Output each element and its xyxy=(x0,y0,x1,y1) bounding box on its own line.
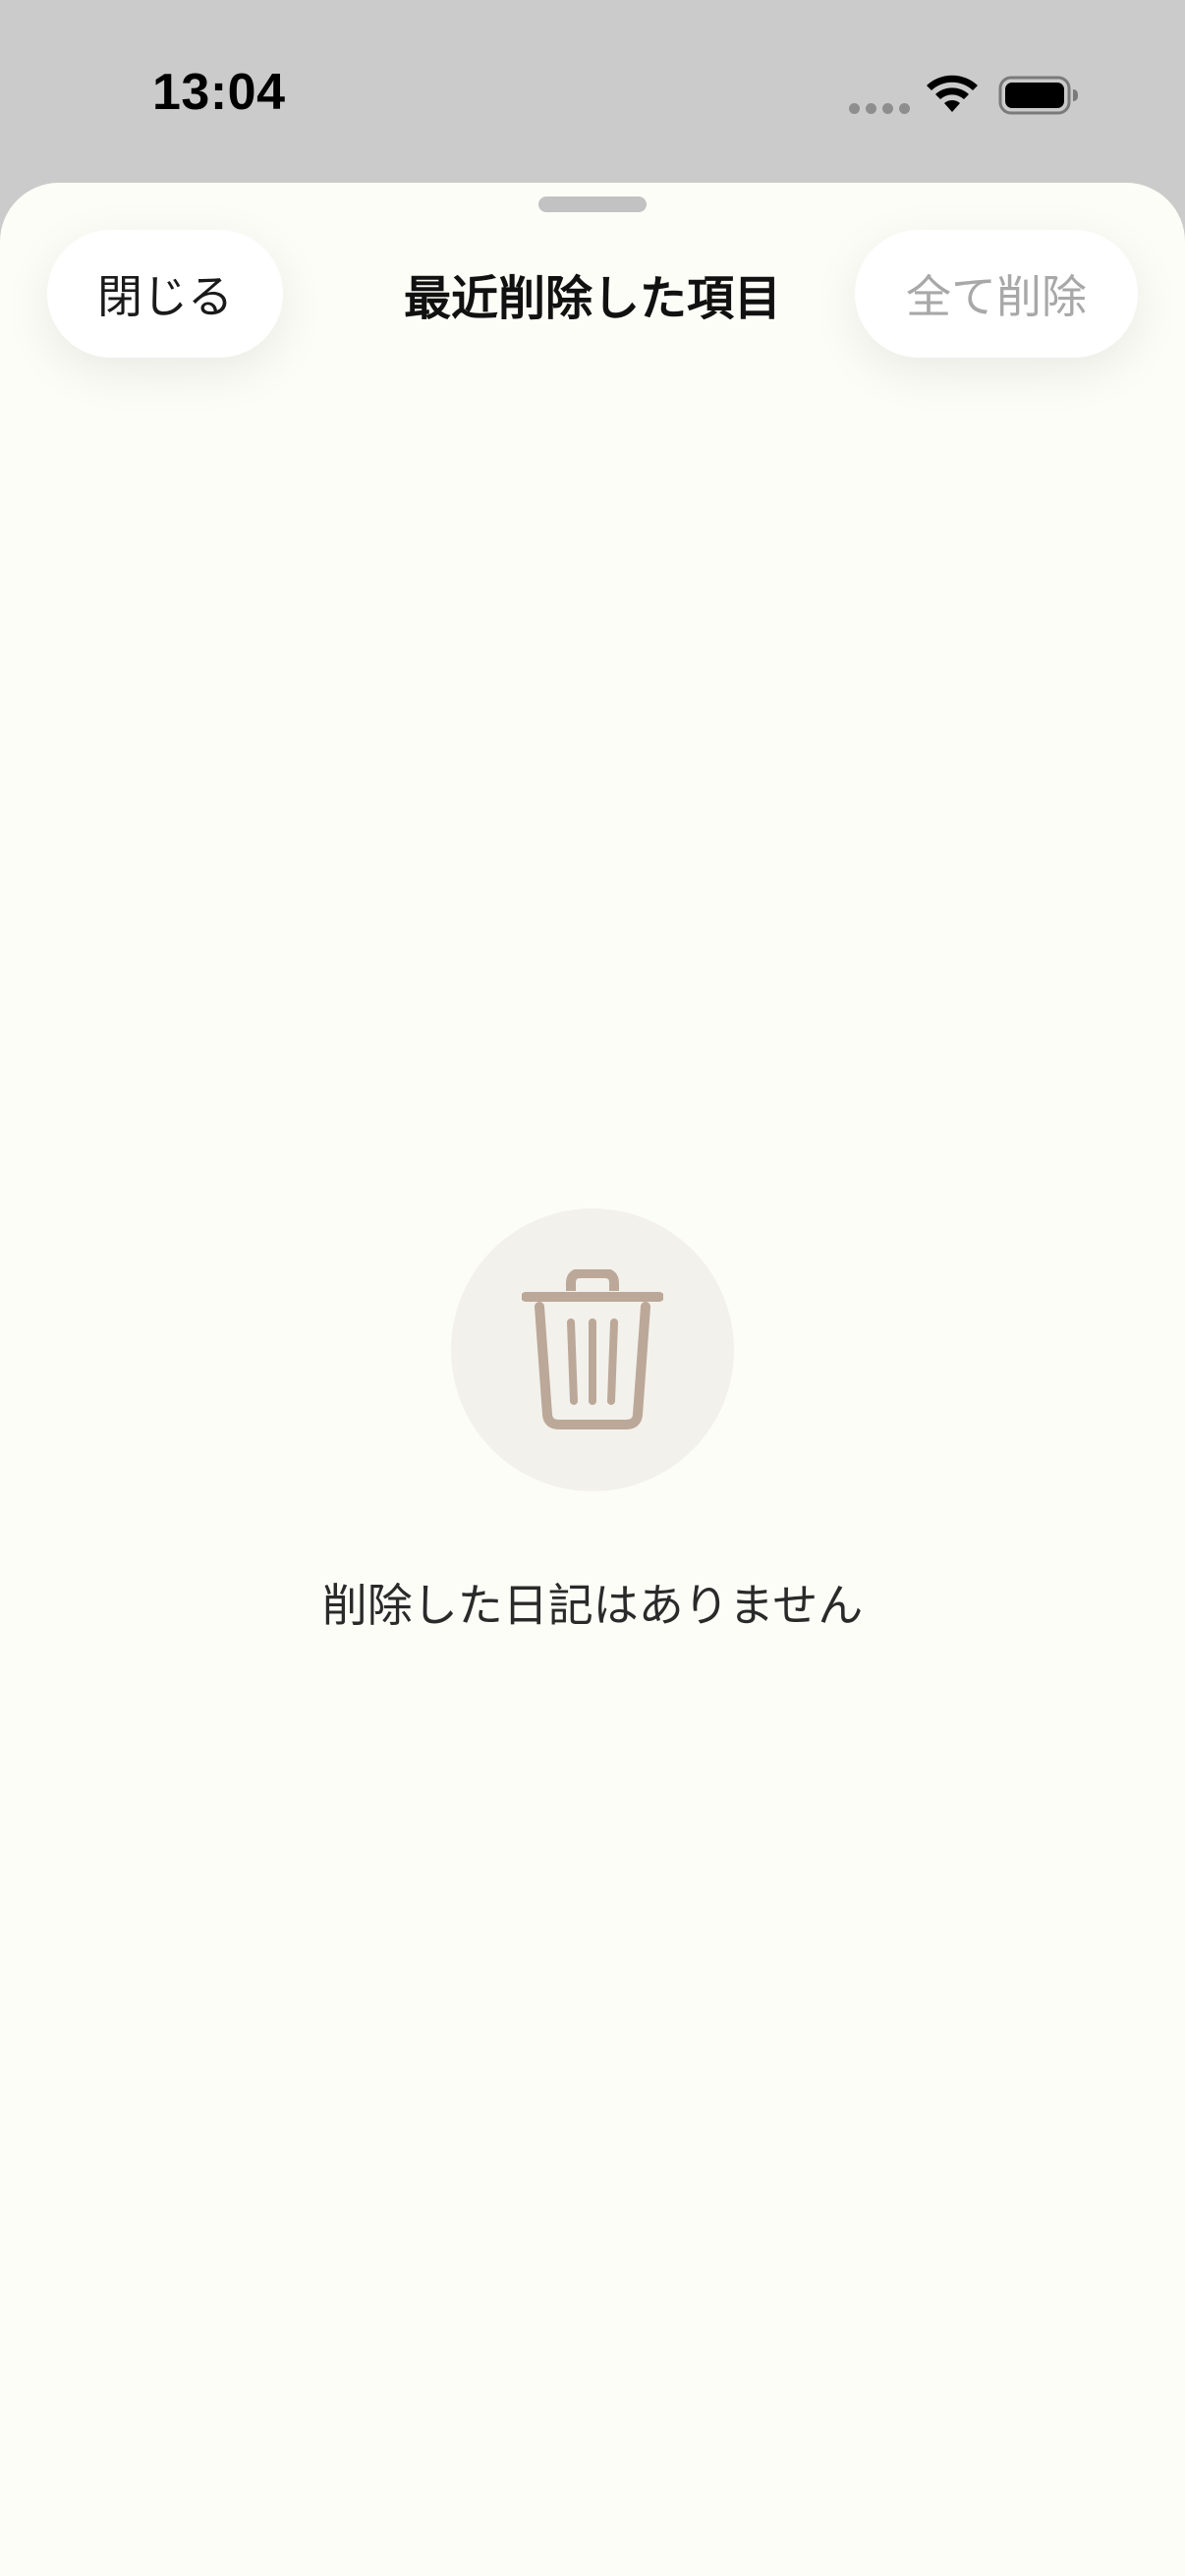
wifi-icon xyxy=(927,75,978,112)
recently-deleted-sheet: 閉じる 最近削除した項目 全て削除 削除した日記はありません xyxy=(0,183,1185,2576)
cellular-dots-icon xyxy=(849,103,910,114)
sheet-grabber[interactable] xyxy=(538,196,647,212)
battery-icon xyxy=(998,76,1078,115)
screen: 13:04 閉じる 最近削除した項目 全て削除 削除した日記はありません xyxy=(0,0,1185,2576)
status-bar: 13:04 xyxy=(0,0,1185,183)
trash-icon xyxy=(522,1269,663,1429)
empty-state-message: 削除した日記はありません xyxy=(321,1579,864,1632)
sheet-title: 最近削除した項目 xyxy=(403,271,781,326)
close-button[interactable]: 閉じる xyxy=(47,230,283,358)
delete-all-button[interactable]: 全て削除 xyxy=(855,230,1138,358)
empty-state-icon-circle xyxy=(451,1208,734,1491)
status-time: 13:04 xyxy=(152,64,286,121)
